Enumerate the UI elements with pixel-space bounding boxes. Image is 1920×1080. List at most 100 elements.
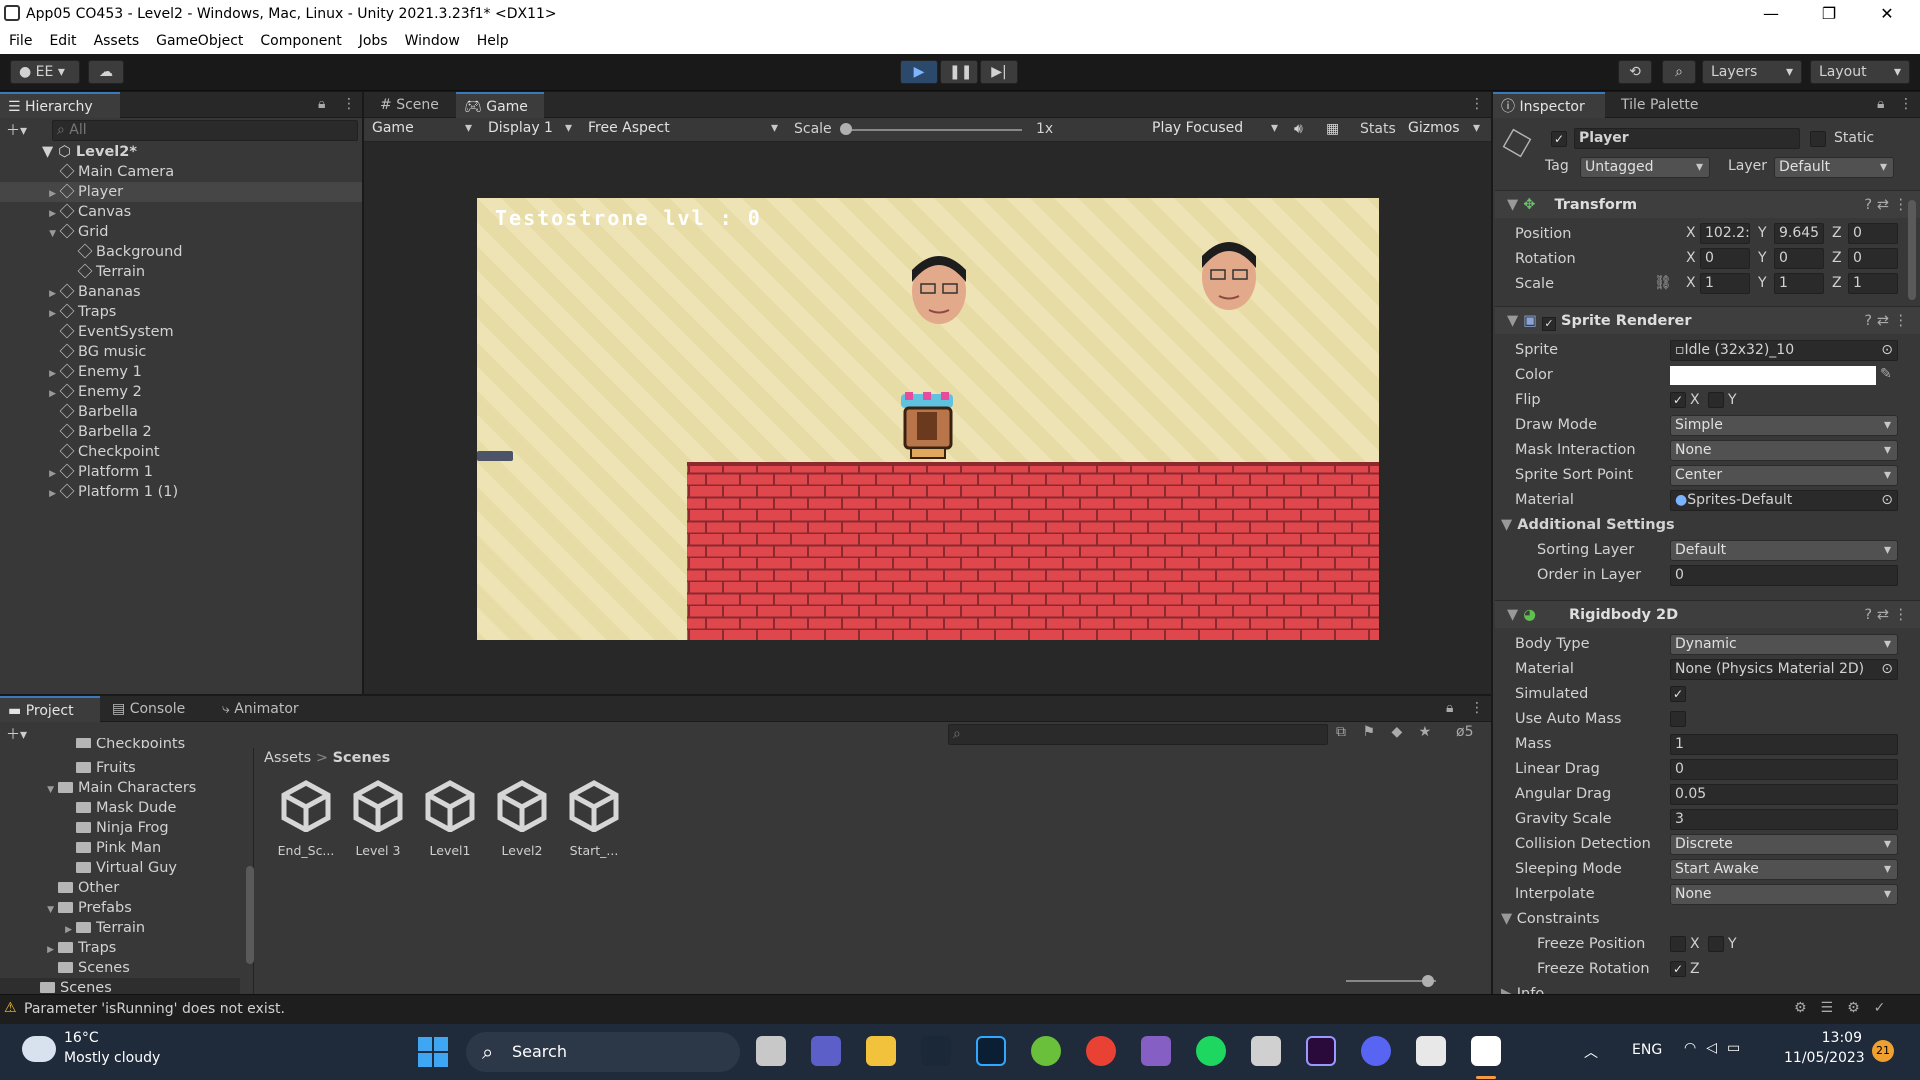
scale-slider-handle[interactable] [840, 123, 852, 135]
expand-arrow-icon[interactable]: ▼ [0, 780, 58, 798]
weather-desc[interactable]: Mostly cloudy [64, 1050, 160, 1066]
scene-asset[interactable]: End_Sc... [270, 780, 342, 858]
project-folder[interactable]: ▼ Prefabs [0, 898, 240, 918]
play-focused-dropdown[interactable]: Play Focused [1148, 119, 1284, 140]
menu-component[interactable]: Component [251, 28, 349, 49]
hierarchy-item[interactable]: ▶ Canvas [0, 202, 362, 222]
tab-animator[interactable]: ⤷ Animator [214, 696, 314, 722]
tab-console[interactable]: ▤ Console [104, 696, 200, 722]
static-checkbox[interactable] [1810, 131, 1826, 147]
hierarchy-item[interactable]: Barbella [0, 402, 362, 422]
angular_drag-field[interactable]: 0.05 [1670, 784, 1898, 805]
clock-time[interactable]: 13:09 [1790, 1030, 1862, 1046]
menu-edit[interactable]: Edit [40, 28, 84, 49]
chrome-icon[interactable] [1086, 1036, 1116, 1066]
inspector-scrollbar[interactable] [1908, 200, 1916, 300]
visual-studio-icon[interactable] [1141, 1036, 1171, 1066]
project-folder[interactable]: Checkpoints [0, 738, 240, 748]
linear_drag-field[interactable]: 0 [1670, 759, 1898, 780]
object-picker-icon[interactable]: ⊙ [1881, 660, 1893, 679]
close-button[interactable]: ✕ [1858, 0, 1916, 28]
scl-z-field[interactable]: 1 [1848, 273, 1898, 294]
project-folder[interactable]: ▼ Main Characters [0, 778, 240, 798]
scl-y-field[interactable]: 1 [1774, 273, 1824, 294]
sleeping-dropdown[interactable]: Start Awake [1670, 859, 1898, 880]
lock-icon[interactable]: 🔒︎ [318, 96, 325, 112]
vsync-icon[interactable]: ▦ [1326, 121, 1339, 137]
project-folder[interactable]: Other [0, 878, 240, 898]
hierarchy-item[interactable]: ▶ Player [0, 182, 362, 202]
layers-dropdown[interactable]: Layers ▾ [1702, 60, 1802, 84]
freeze-pos-y-checkbox[interactable] [1708, 936, 1724, 952]
project-tree-scrollbar[interactable] [246, 866, 254, 964]
lock-icon[interactable]: 🔒︎ [1446, 700, 1453, 716]
scene-asset[interactable]: Level2 [486, 780, 558, 858]
game-viewport[interactable]: Testostrone lvl : 0 [477, 198, 1379, 640]
history-button[interactable]: ⟲ [1618, 60, 1652, 84]
display-dropdown[interactable]: Display 1 [484, 119, 578, 140]
hierarchy-item[interactable]: Terrain [0, 262, 362, 282]
layout-dropdown[interactable]: Layout ▾ [1810, 60, 1910, 84]
project-folder[interactable]: ▶ Terrain [0, 918, 240, 938]
hierarchy-item[interactable]: Checkpoint [0, 442, 362, 462]
flip-y-checkbox[interactable] [1708, 392, 1724, 408]
object-picker-icon[interactable]: ⊙ [1881, 491, 1893, 510]
expand-arrow-icon[interactable]: ▶ [0, 384, 60, 404]
flip-x-checkbox[interactable]: ✓ [1670, 392, 1686, 408]
minimize-button[interactable]: — [1742, 0, 1800, 28]
utorrent-icon[interactable] [1031, 1036, 1061, 1066]
expand-arrow-icon[interactable]: ▶ [0, 940, 58, 958]
tab-project[interactable]: ▬ Project [0, 696, 100, 722]
spotify-icon[interactable] [1196, 1036, 1226, 1066]
menu-file[interactable]: File [0, 28, 40, 49]
scale-slider-track[interactable] [842, 129, 1022, 131]
hierarchy-search-input[interactable]: ⌕ All [52, 120, 358, 141]
filter-icons[interactable]: ⧉ ⚑ ◆ ★ [1336, 724, 1437, 740]
gizmos-dropdown[interactable]: Gizmos [1404, 119, 1486, 140]
simulated-checkbox[interactable]: ✓ [1670, 686, 1686, 702]
project-search-input[interactable]: ⌕ [948, 724, 1328, 745]
scene-asset[interactable]: Start_... [558, 780, 630, 858]
aspect-dropdown[interactable]: Free Aspect [584, 119, 784, 140]
menu-gameobject[interactable]: GameObject [147, 28, 251, 49]
sorting-layer-dropdown[interactable]: Default [1670, 540, 1898, 561]
tag-dropdown[interactable]: Untagged [1580, 157, 1710, 178]
sprite-renderer-header[interactable]: ▼ ▣ ✓ Sprite Renderer? ⇄ ⋮ [1495, 306, 1920, 334]
hierarchy-item[interactable]: ▶ Enemy 2 [0, 382, 362, 402]
folder-icon[interactable] [866, 1036, 896, 1066]
rot-z-field[interactable]: 0 [1848, 248, 1898, 269]
project-folder[interactable]: Mask Dude [0, 798, 240, 818]
menu-assets[interactable]: Assets [85, 28, 148, 49]
notification-badge[interactable]: 21 [1872, 1040, 1894, 1062]
expand-arrow-icon[interactable]: ▶ [0, 284, 60, 304]
rigidbody-header[interactable]: ▼ ◕ Rigidbody 2D? ⇄ ⋮ [1495, 600, 1920, 628]
component-menu-icon[interactable]: ? ⇄ ⋮ [1864, 601, 1908, 629]
step-button[interactable]: ▶| [980, 60, 1018, 84]
object-picker-icon[interactable]: ⊙ [1881, 341, 1893, 360]
project-folder[interactable]: ▶ Traps [0, 938, 240, 958]
unity-hub-icon[interactable] [1416, 1036, 1446, 1066]
object-name-field[interactable]: Player [1574, 128, 1800, 149]
expand-arrow-icon[interactable]: ▼ [0, 224, 60, 244]
menu-window[interactable]: Window [396, 28, 468, 49]
interpolate-dropdown[interactable]: None [1670, 884, 1898, 905]
mask-interaction-dropdown[interactable]: None [1670, 440, 1898, 461]
tab-tile-palette[interactable]: Tile Palette [1613, 92, 1721, 118]
lock-icon[interactable]: 🔒︎ [1877, 96, 1884, 112]
expand-arrow-icon[interactable]: ▶ [0, 184, 60, 204]
scl-y-label[interactable]: Y [1758, 275, 1767, 291]
file-explorer-icon[interactable] [756, 1036, 786, 1066]
hierarchy-item[interactable]: ▶ Traps [0, 302, 362, 322]
expand-arrow-icon[interactable]: ▶ [0, 920, 76, 938]
mass-field[interactable]: 1 [1670, 734, 1898, 755]
collision-dropdown[interactable]: Discrete [1670, 834, 1898, 855]
hierarchy-item[interactable]: BG music [0, 342, 362, 362]
pos-z-label[interactable]: Z [1832, 225, 1842, 241]
hierarchy-item[interactable]: ▶ Platform 1 [0, 462, 362, 482]
auto_mass-checkbox[interactable] [1670, 711, 1686, 727]
breadcrumb-scenes[interactable]: Scenes [333, 750, 391, 766]
snipping-tool-icon[interactable] [1251, 1036, 1281, 1066]
status-icons[interactable]: ⚙☰⚙✓ [1794, 1000, 1899, 1016]
scl-x-label[interactable]: X [1686, 275, 1696, 291]
add-icon[interactable]: ＋▾ [6, 120, 27, 140]
